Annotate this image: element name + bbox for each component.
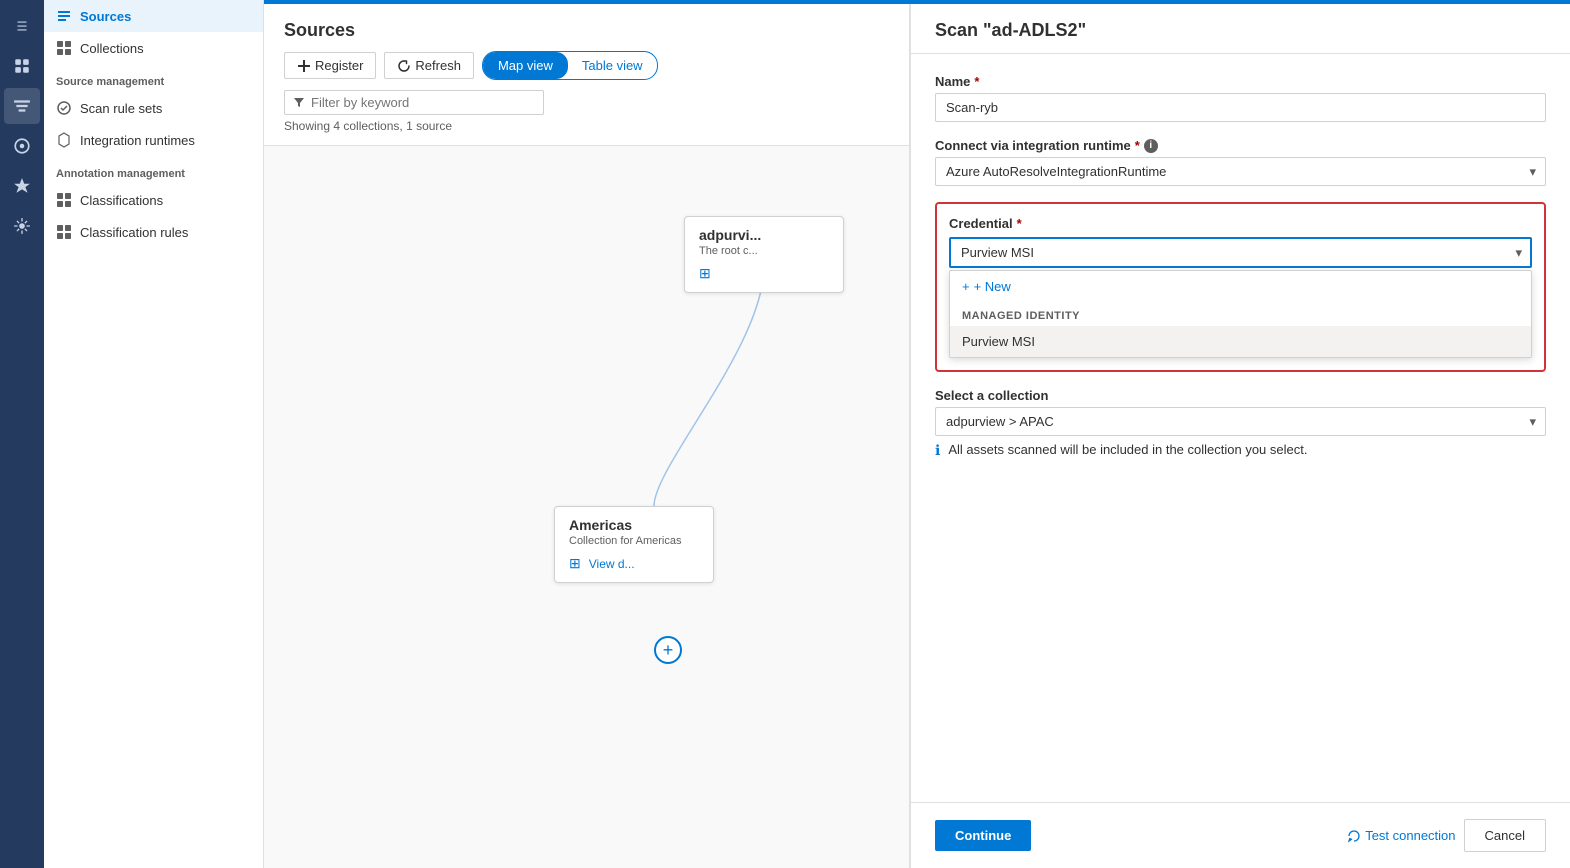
scan-panel-header: Scan "ad-ADLS2"	[911, 4, 1570, 54]
credential-section: Credential * Purview MSI ▾ + + New	[935, 202, 1546, 372]
root-node-subtitle: The root c...	[699, 245, 829, 257]
collection-select-wrapper: adpurview > APAC ▾	[935, 407, 1546, 436]
name-required-star: *	[974, 74, 979, 89]
refresh-label: Refresh	[415, 58, 461, 73]
manage-nav-button[interactable]	[4, 208, 40, 244]
showing-text: Showing 4 collections, 1 source	[284, 115, 889, 137]
map-area: adpurvi... The root c... ⊞ Americas Coll…	[264, 146, 909, 868]
sidebar-classification-rules-label: Classification rules	[80, 225, 188, 240]
sidebar-item-collections[interactable]: Collections	[44, 32, 263, 64]
view-toggle-group: Map view Table view	[482, 51, 658, 80]
insights-nav-button[interactable]	[4, 168, 40, 204]
table-view-button[interactable]: Table view	[568, 53, 657, 78]
annotation-management-label: Annotation management	[44, 156, 263, 184]
sidebar-item-sources[interactable]: Sources	[44, 0, 263, 32]
main-content: Sources Register Refresh Map view Table …	[264, 0, 1570, 868]
credential-label: Credential *	[949, 216, 1532, 231]
continue-button[interactable]: Continue	[935, 820, 1031, 851]
footer-right: Test connection Cancel	[1347, 819, 1546, 852]
test-connection-button[interactable]: Test connection	[1347, 828, 1455, 843]
new-credential-button[interactable]: + + New	[950, 271, 1531, 302]
register-label: Register	[315, 58, 363, 73]
americas-node-title: Americas	[569, 517, 699, 533]
name-label: Name *	[935, 74, 1546, 89]
cancel-button[interactable]: Cancel	[1464, 819, 1546, 852]
sidebar-item-integration-runtimes[interactable]: Integration runtimes	[44, 124, 263, 156]
test-connection-icon	[1347, 829, 1361, 843]
register-button[interactable]: Register	[284, 52, 376, 79]
root-grid-icon: ⊞	[699, 265, 711, 282]
americas-node-subtitle: Collection for Americas	[569, 535, 699, 547]
sources-title: Sources	[284, 20, 889, 41]
root-node-footer: ⊞	[699, 265, 829, 282]
credential-dropdown-menu: + + New MANAGED IDENTITY Purview MSI	[949, 270, 1532, 358]
collection-info-icon: ℹ	[935, 442, 940, 459]
americas-node-footer: ⊞ View d...	[569, 555, 699, 572]
sidebar-sources-label: Sources	[80, 9, 131, 24]
sidebar-classifications-label: Classifications	[80, 193, 163, 208]
managed-identity-section-label: MANAGED IDENTITY	[950, 302, 1531, 326]
sidebar-scan-rule-sets-label: Scan rule sets	[80, 101, 162, 116]
name-input[interactable]	[935, 93, 1546, 122]
expand-nav-button[interactable]	[4, 8, 40, 44]
collection-select[interactable]: adpurview > APAC	[935, 407, 1546, 436]
runtime-select-wrapper: Azure AutoResolveIntegrationRuntime ▾	[935, 157, 1546, 186]
sources-toolbar: Register Refresh Map view Table view	[284, 51, 889, 80]
new-credential-plus-icon: +	[962, 279, 970, 294]
runtime-help-icon[interactable]: i	[1144, 139, 1158, 153]
runtime-select[interactable]: Azure AutoResolveIntegrationRuntime	[935, 157, 1546, 186]
refresh-button[interactable]: Refresh	[384, 52, 474, 79]
scan-panel-footer: Continue Test connection Cancel	[911, 802, 1570, 868]
root-node-title: adpurvi...	[699, 227, 829, 243]
source-management-label: Source management	[44, 64, 263, 92]
filter-input[interactable]	[311, 95, 535, 110]
name-field: Name *	[935, 74, 1546, 122]
runtime-field: Connect via integration runtime * i Azur…	[935, 138, 1546, 186]
credential-select-wrapper: Purview MSI ▾	[949, 237, 1532, 268]
root-collection-node: adpurvi... The root c... ⊞	[684, 216, 844, 293]
icon-bar	[0, 0, 44, 868]
sidebar-integration-runtimes-label: Integration runtimes	[80, 133, 195, 148]
filter-icon	[293, 97, 305, 109]
sidebar-item-classification-rules[interactable]: Classification rules	[44, 216, 263, 248]
collection-info-message: ℹ All assets scanned will be included in…	[935, 442, 1546, 459]
runtime-label: Connect via integration runtime * i	[935, 138, 1546, 153]
credential-select[interactable]: Purview MSI	[949, 237, 1532, 268]
home-nav-button[interactable]	[4, 48, 40, 84]
sources-panel: Sources Register Refresh Map view Table …	[264, 4, 910, 868]
scan-panel-title: Scan "ad-ADLS2"	[935, 20, 1546, 41]
filter-bar	[284, 90, 544, 115]
purview-msi-option[interactable]: Purview MSI	[950, 326, 1531, 357]
sidebar-item-scan-rule-sets[interactable]: Scan rule sets	[44, 92, 263, 124]
americas-view-details-link[interactable]: View d...	[589, 557, 635, 571]
americas-grid-icon: ⊞	[569, 555, 581, 572]
sources-header: Sources Register Refresh Map view Table …	[264, 4, 909, 146]
sources-area: Sources Register Refresh Map view Table …	[264, 4, 1570, 868]
americas-collection-node: Americas Collection for Americas ⊞ View …	[554, 506, 714, 583]
sidebar-collections-label: Collections	[80, 41, 144, 56]
sidebar-item-classifications[interactable]: Classifications	[44, 184, 263, 216]
scan-panel: Scan "ad-ADLS2" Name * Connect via integ…	[910, 4, 1570, 868]
collection-field: Select a collection adpurview > APAC ▾ ℹ…	[935, 388, 1546, 459]
sidebar: Sources Collections Source management Sc…	[44, 0, 264, 868]
scan-panel-body: Name * Connect via integration runtime *…	[911, 54, 1570, 802]
catalog-nav-button[interactable]	[4, 128, 40, 164]
add-collection-button[interactable]: +	[654, 636, 682, 664]
runtime-required-star: *	[1135, 138, 1140, 153]
credential-required-star: *	[1017, 216, 1022, 231]
map-view-button[interactable]: Map view	[483, 52, 568, 79]
collection-label: Select a collection	[935, 388, 1546, 403]
data-map-nav-button[interactable]	[4, 88, 40, 124]
